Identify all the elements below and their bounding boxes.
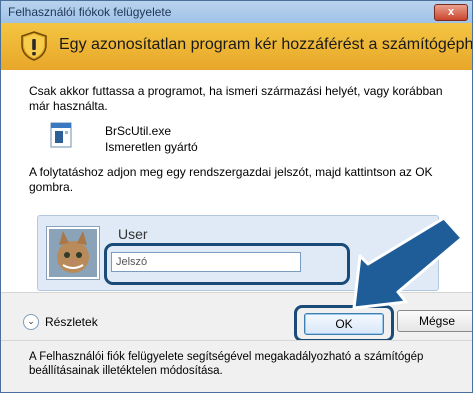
program-name: BrScUtil.exe (105, 124, 172, 138)
credential-tile[interactable]: User (37, 215, 439, 291)
password-highlight (104, 243, 350, 285)
instruction-text: A folytatáshoz adjon meg egy rendszergaz… (29, 165, 433, 194)
footer: A Felhasználói fiók felügyelete segítség… (1, 340, 472, 392)
footer-text: A Felhasználói fiók felügyelete segítség… (29, 351, 424, 377)
chevron-down-icon: ⌄ (23, 314, 39, 330)
ok-button[interactable]: OK (304, 313, 384, 335)
button-bar: ⌄ Részletek OK Mégse (1, 292, 472, 342)
ok-highlight: OK (294, 305, 394, 342)
title-bar: Felhasználói fiókok felügyelete x (1, 1, 472, 23)
details-label: Részletek (45, 315, 98, 329)
shield-warning-icon (21, 31, 47, 61)
uac-dialog: Felhasználói fiókok felügyelete x Egy az… (0, 0, 473, 393)
close-icon: x (447, 6, 455, 18)
window-title: Felhasználói fiókok felügyelete (8, 5, 172, 19)
details-toggle[interactable]: ⌄ Részletek (23, 314, 98, 330)
user-name: User (118, 226, 148, 242)
password-field[interactable] (111, 252, 301, 272)
program-icon (50, 122, 72, 148)
cancel-button[interactable]: Mégse (397, 310, 472, 332)
warning-banner: Egy azonosítatlan program kér hozzáférés… (1, 23, 472, 70)
user-avatar-icon (46, 226, 100, 280)
close-button[interactable]: x (434, 4, 468, 21)
banner-headline: Egy azonosítatlan program kér hozzáférés… (59, 36, 473, 53)
program-publisher: Ismeretlen gyártó (105, 140, 198, 154)
dialog-content: Csak akkor futtassa a programot, ha isme… (1, 70, 472, 292)
intro-text: Csak akkor futtassa a programot, ha isme… (29, 84, 443, 113)
